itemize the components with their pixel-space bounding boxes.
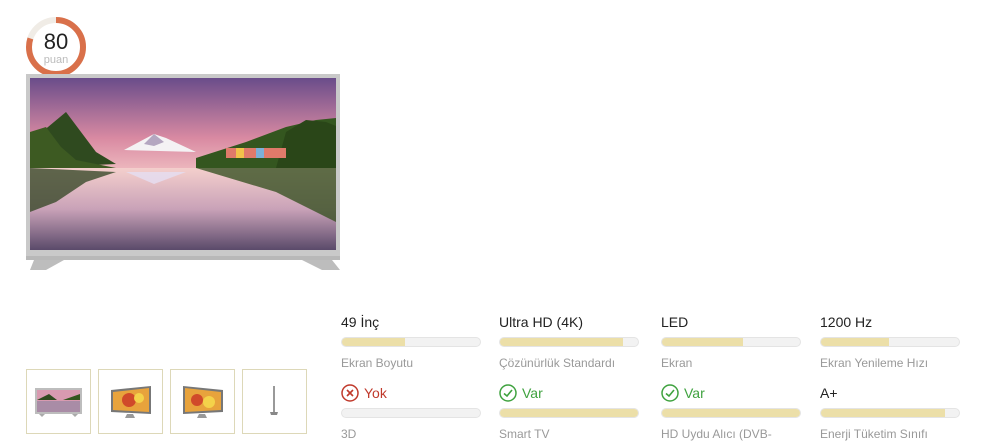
spec-level-bar [820, 337, 960, 347]
spec-level-fill [662, 338, 744, 346]
spec-level-bar [341, 337, 481, 347]
spec-value: 49 İnç [341, 313, 481, 331]
cross-circle-icon [341, 384, 359, 406]
tv-colorful-thumbnail-1[interactable] [98, 369, 163, 434]
score-badge: 80 puan [24, 15, 88, 79]
tv-stand-thumbnail[interactable] [242, 369, 307, 434]
spec-label: Enerji Tüketim Sınıfı [820, 427, 928, 441]
product-image [26, 72, 344, 272]
spec-value-text: 49 İnç [341, 314, 380, 330]
spec-label: Çözünürlük Standardı [499, 356, 616, 370]
spec-value-text: Ultra HD (4K) [499, 314, 584, 330]
spec-level-bar [341, 408, 481, 418]
spec-level-fill [821, 409, 946, 417]
spec-item: Var HD Uydu Alıcı (DVB- [661, 384, 801, 441]
spec-item: Var Smart TV [499, 384, 639, 441]
spec-level-fill [500, 409, 638, 417]
spec-level-fill [821, 338, 889, 346]
spec-item: LED Ekran [661, 313, 801, 370]
spec-level-fill [662, 409, 800, 417]
spec-label: HD Uydu Alıcı (DVB- [661, 427, 772, 441]
spec-value-text: Yok [364, 385, 387, 401]
spec-level-bar [499, 337, 639, 347]
spec-item: 1200 Hz Ekran Yenileme Hızı [820, 313, 960, 370]
spec-value: Var [499, 384, 639, 402]
spec-value-text: LED [661, 314, 689, 330]
spec-value: LED [661, 313, 801, 331]
spec-label: Ekran Yenileme Hızı [820, 356, 929, 370]
spec-level-bar [661, 337, 801, 347]
check-circle-icon [499, 384, 517, 406]
spec-value: Var [661, 384, 801, 402]
spec-value: Ultra HD (4K) [499, 313, 639, 331]
tv-landscape-thumbnail[interactable] [26, 369, 91, 434]
spec-level-bar [661, 408, 801, 418]
spec-value: 1200 Hz [820, 313, 960, 331]
spec-item: Ultra HD (4K) Çözünürlük Standardı [499, 313, 639, 370]
spec-item: Yok 3D [341, 384, 481, 441]
spec-item: A+ Enerji Tüketim Sınıfı [820, 384, 960, 441]
score-value: 80 [43, 29, 69, 54]
spec-value-text: Var [684, 385, 705, 401]
spec-value-text: 1200 Hz [820, 314, 873, 330]
spec-label: 3D [341, 427, 357, 441]
spec-label: Ekran Boyutu [341, 356, 414, 370]
spec-value-text: A+ [820, 385, 838, 401]
score-unit: puan [43, 54, 69, 66]
spec-label: Smart TV [499, 427, 550, 441]
spec-level-bar [499, 408, 639, 418]
tv-colorful-thumbnail-2[interactable] [170, 369, 235, 434]
spec-item: 49 İnç Ekran Boyutu [341, 313, 481, 370]
spec-level-bar [820, 408, 960, 418]
spec-value-text: Var [522, 385, 543, 401]
spec-level-fill [342, 338, 406, 346]
check-circle-icon [661, 384, 679, 406]
spec-value: A+ [820, 384, 960, 402]
spec-value: Yok [341, 384, 481, 402]
spec-label: Ekran [661, 356, 693, 370]
spec-level-fill [500, 338, 623, 346]
